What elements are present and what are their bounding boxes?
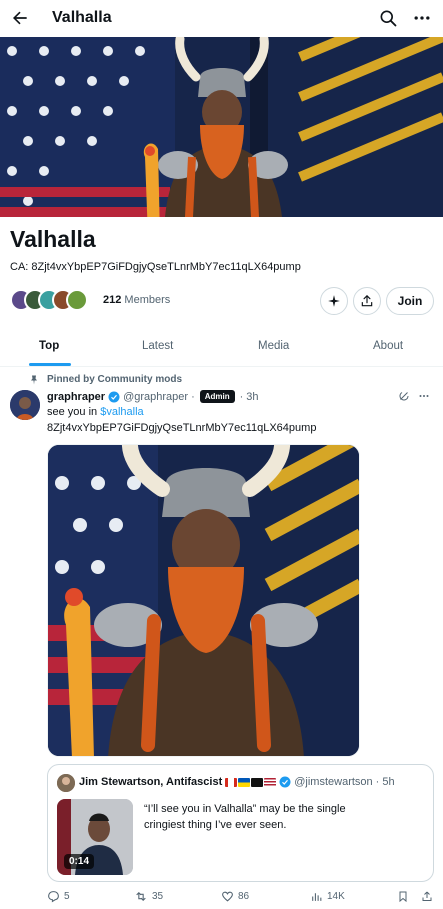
quoted-post-text: “I’ll see you in Valhalla” may be the si…	[144, 803, 346, 831]
separator-dot: ·	[191, 390, 195, 403]
share-icon	[361, 295, 373, 307]
avatar[interactable]	[57, 774, 75, 792]
post-text-contract: 8Zjt4vxYbpEP7GiFDgjyQseTLnrMbY7ec11qLX64…	[47, 422, 317, 434]
repost-icon	[136, 891, 146, 902]
canada-flag-icon	[225, 777, 238, 787]
heart-icon	[222, 891, 233, 902]
page-title: Valhalla	[52, 9, 112, 26]
author-handle[interactable]: @jimstewartson	[294, 776, 372, 788]
quoted-post-header: Jim Stewartson, Antifascist @jimstewarts…	[79, 776, 395, 788]
reply-button[interactable]: 5	[47, 890, 70, 903]
share-button[interactable]	[353, 287, 381, 315]
repost-count: 35	[152, 891, 164, 902]
more-icon[interactable]	[418, 390, 430, 402]
active-tab-indicator	[29, 363, 71, 366]
community-banner	[0, 37, 443, 217]
pinned-label: Pinned by Community mods	[47, 374, 183, 385]
join-button[interactable]: Join	[386, 287, 434, 315]
viking-image	[48, 445, 359, 756]
views-icon	[312, 893, 322, 901]
bookmark-icon	[399, 891, 407, 903]
bookmark-button[interactable]	[397, 890, 409, 903]
member-avatar	[66, 289, 88, 311]
verified-icon	[279, 776, 291, 788]
views-button[interactable]: 14K	[310, 890, 345, 903]
video-thumbnail[interactable]: 0:14	[57, 799, 133, 875]
us-flag-icon	[264, 777, 277, 787]
flag-emojis	[225, 777, 277, 787]
grok-sparkle-button[interactable]	[320, 287, 348, 315]
post-time[interactable]: 3h	[246, 391, 258, 403]
cashtag-link[interactable]: $valhalla	[100, 406, 143, 418]
post-top-actions	[398, 390, 430, 402]
grok-icon[interactable]	[398, 390, 410, 402]
member-avatars[interactable]	[10, 289, 100, 311]
separator-dot: ·	[239, 390, 244, 403]
repost-button[interactable]: 35	[134, 890, 163, 903]
tab-latest[interactable]: Latest	[142, 340, 173, 352]
search-icon[interactable]	[378, 8, 398, 28]
post-image[interactable]	[47, 444, 360, 757]
tab-top[interactable]: Top	[39, 340, 59, 352]
tab-media[interactable]: Media	[258, 340, 289, 352]
back-arrow-icon[interactable]	[10, 8, 30, 28]
avatar[interactable]	[10, 390, 40, 420]
author-handle[interactable]: @graphraper	[123, 391, 188, 403]
reply-count: 5	[64, 891, 70, 902]
post-text: see you in $valhalla	[47, 406, 144, 418]
post-actions: 5 35 86 14K	[47, 890, 434, 908]
like-count: 86	[238, 891, 250, 902]
pin-icon	[31, 375, 37, 385]
ukraine-flag-icon	[238, 777, 251, 787]
admin-badge: Admin	[199, 390, 235, 403]
reply-icon	[48, 891, 59, 903]
verified-icon	[108, 391, 120, 402]
share-icon	[422, 891, 432, 901]
community-tabs: Top Latest Media About	[0, 327, 443, 367]
post-header: graphraper @graphraper · Admin · 3h	[47, 390, 259, 403]
post-time[interactable]: 5h	[382, 776, 394, 788]
separator-dot: ·	[375, 776, 380, 788]
author-name[interactable]: Jim Stewartson, Antifascist	[79, 776, 222, 788]
top-bar: Valhalla	[0, 0, 443, 37]
tab-about[interactable]: About	[373, 340, 403, 352]
community-name: Valhalla	[10, 226, 96, 252]
views-count: 14K	[327, 891, 345, 902]
like-button[interactable]: 86	[221, 890, 249, 903]
quoted-post[interactable]: Jim Stewartson, Antifascist @jimstewarts…	[47, 764, 434, 882]
author-name[interactable]: graphraper	[47, 391, 105, 403]
contract-address: CA: 8Zjt4vxYbpEP7GiFDgjyQseTLnrMbY7ec11q…	[10, 261, 301, 273]
video-duration: 0:14	[64, 854, 95, 869]
pirate-flag-icon	[251, 777, 264, 787]
members-count[interactable]: 212 Members	[103, 294, 170, 306]
sparkle-icon	[328, 295, 340, 307]
share-post-button[interactable]	[421, 890, 433, 903]
banner-image	[0, 37, 443, 217]
more-icon[interactable]	[412, 8, 432, 28]
